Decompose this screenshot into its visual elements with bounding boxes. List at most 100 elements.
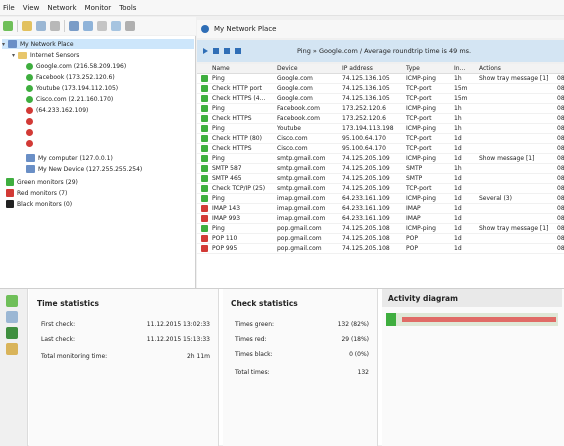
status-dot-icon [26, 73, 33, 81]
tree-item[interactable]: Google.com (216.58.209.196) [26, 61, 126, 71]
chart-icon[interactable] [6, 327, 18, 339]
tree-item[interactable] [26, 138, 36, 148]
table-row[interactable]: IMAP 993 imap.gmail.com 64.233.161.109 IMAP… [197, 214, 564, 224]
stop-icon[interactable] [224, 48, 230, 54]
check-statistics-title: Check statistics [231, 299, 298, 308]
status-dot-icon [26, 106, 33, 114]
table-row[interactable]: SMTP 465 smtp.gmail.com 74.125.205.109 SMTP… [197, 174, 564, 184]
ip-cell: 74.125.136.105 [342, 95, 390, 102]
tree-item[interactable]: My New Device (127.255.255.254) [26, 164, 142, 174]
tree-item[interactable]: Red monitors (7) [6, 188, 67, 198]
status-dot-icon [26, 84, 33, 92]
name-cell: Ping [212, 225, 225, 232]
status-indicator-icon [201, 75, 208, 82]
menu-network[interactable]: Network [47, 4, 76, 12]
table-row[interactable]: Ping pop.gmail.com 74.125.205.108 ICMP-ping… [197, 224, 564, 234]
device-icon[interactable] [69, 21, 79, 31]
ip-cell: 74.125.205.108 [342, 235, 390, 242]
name-cell: Ping [212, 195, 225, 202]
settings-icon[interactable] [97, 21, 107, 31]
device-cell: Cisco.com [277, 135, 308, 142]
refresh-icon[interactable] [235, 48, 241, 54]
table-row[interactable]: Check HTTPS (4... Google.com 74.125.136.10… [197, 94, 564, 104]
tree-item[interactable]: Black monitors (0) [6, 199, 72, 209]
pause-icon[interactable] [213, 48, 219, 54]
search-icon[interactable] [50, 21, 60, 31]
tree-item[interactable]: Facebook (173.252.120.6) [26, 72, 115, 82]
table-row[interactable]: Check HTTP (80) Cisco.com 95.100.64.170 TCP… [197, 134, 564, 144]
folder-icon[interactable] [22, 21, 32, 31]
name-cell: Check TCP/IP (25) [212, 185, 266, 192]
menu-file[interactable]: File [3, 4, 15, 12]
table-row[interactable]: Ping smtp.gmail.com 74.125.205.109 ICMP-pin… [197, 154, 564, 164]
tree-folder[interactable]: ▾ Internet Sensors [12, 50, 79, 60]
tree-item[interactable]: Cisco.com (2.21.160.170) [26, 94, 113, 104]
toolbar [0, 17, 196, 35]
last-cell: 08 [557, 85, 564, 92]
tree-item[interactable]: Green monitors (29) [6, 177, 78, 187]
tools-icon[interactable] [125, 21, 135, 31]
status-indicator-icon [201, 215, 208, 222]
device-cell: smtp.gmail.com [277, 185, 326, 192]
alert-icon[interactable] [6, 343, 18, 355]
col-interval[interactable]: In... [452, 65, 477, 72]
tree-item[interactable]: My computer (127.0.0.1) [26, 153, 113, 163]
network-icon[interactable] [83, 21, 93, 31]
edit-icon[interactable] [36, 21, 46, 31]
table-row[interactable]: Ping Facebook.com 173.252.120.6 ICMP-ping 1h… [197, 104, 564, 114]
tree-item[interactable] [26, 127, 36, 137]
table-row[interactable]: POP 110 pop.gmail.com 74.125.205.108 POP 1d 0… [197, 234, 564, 244]
col-device[interactable]: Device [275, 65, 340, 72]
log-icon[interactable] [6, 311, 18, 323]
table-row[interactable]: IMAP 143 imap.gmail.com 64.233.161.109 IMAP… [197, 204, 564, 214]
status-cell [197, 245, 210, 252]
status-indicator-icon [201, 145, 208, 152]
menu-view[interactable]: View [23, 4, 40, 12]
tree-item[interactable]: Youtube (173.194.112.105) [26, 83, 118, 93]
col-actions[interactable]: Actions [477, 65, 555, 72]
status-cell [197, 225, 210, 232]
col-ip[interactable]: IP address [340, 65, 404, 72]
col-name[interactable]: Name [210, 65, 275, 72]
status-dot-icon [26, 139, 33, 147]
table-row[interactable]: POP 995 pop.gmail.com 74.125.205.108 POP 1d 0… [197, 244, 564, 254]
status-message: Ping » Google.com / Average roundtrip ti… [297, 47, 472, 55]
menu-tools[interactable]: Tools [119, 4, 136, 12]
status-indicator-icon [201, 115, 208, 122]
type-cell: POP [406, 245, 418, 252]
tree-root[interactable]: ▾ My Network Place [2, 39, 194, 49]
last-cell: 08 [557, 165, 564, 172]
toolbar-separator [17, 20, 18, 32]
last-cell: 08 [557, 95, 564, 102]
table-row[interactable]: Check HTTP port Google.com 74.125.136.105 T… [197, 84, 564, 94]
table-row[interactable]: Ping Google.com 74.125.136.105 ICMP-ping 1h S… [197, 74, 564, 84]
ip-cell: 74.125.205.109 [342, 185, 390, 192]
col-type[interactable]: Type [404, 65, 452, 72]
table-row[interactable]: SMTP 587 smtp.gmail.com 74.125.205.109 SMTP… [197, 164, 564, 174]
table-row[interactable]: Check TCP/IP (25) smtp.gmail.com 74.125.20… [197, 184, 564, 194]
device-cell: Facebook.com [277, 115, 320, 122]
type-cell: TCP-port [406, 95, 432, 102]
status-indicator-icon [201, 245, 208, 252]
tree-item[interactable]: (64.233.162.109) [26, 105, 88, 115]
stat-row: Total times: 132 [235, 369, 369, 376]
last-cell: 08 [557, 105, 564, 112]
status-cell [197, 175, 210, 182]
name-cell: Ping [212, 105, 225, 112]
name-cell: Check HTTPS [212, 145, 252, 152]
stat-row: Total monitoring time: 2h 11m [41, 353, 210, 360]
table-row[interactable]: Ping Youtube 173.194.113.198 ICMP-ping 1h 08 [197, 124, 564, 134]
menu-monitor[interactable]: Monitor [85, 4, 112, 12]
tree-item[interactable] [26, 116, 36, 126]
table-row[interactable]: Check HTTPS Cisco.com 95.100.64.170 TCP-por… [197, 144, 564, 154]
add-monitor-icon[interactable] [3, 21, 13, 31]
play-icon[interactable] [203, 48, 208, 54]
interval-cell: 1d [454, 175, 462, 182]
table-row[interactable]: Check HTTPS Facebook.com 173.252.120.6 TCP-… [197, 114, 564, 124]
status-icon[interactable] [6, 295, 18, 307]
status-cell [197, 155, 210, 162]
scan-icon[interactable] [111, 21, 121, 31]
table-row[interactable]: Ping imap.gmail.com 64.233.161.109 ICMP-pin… [197, 194, 564, 204]
name-cell: Ping [212, 75, 225, 82]
status-indicator-icon [201, 165, 208, 172]
